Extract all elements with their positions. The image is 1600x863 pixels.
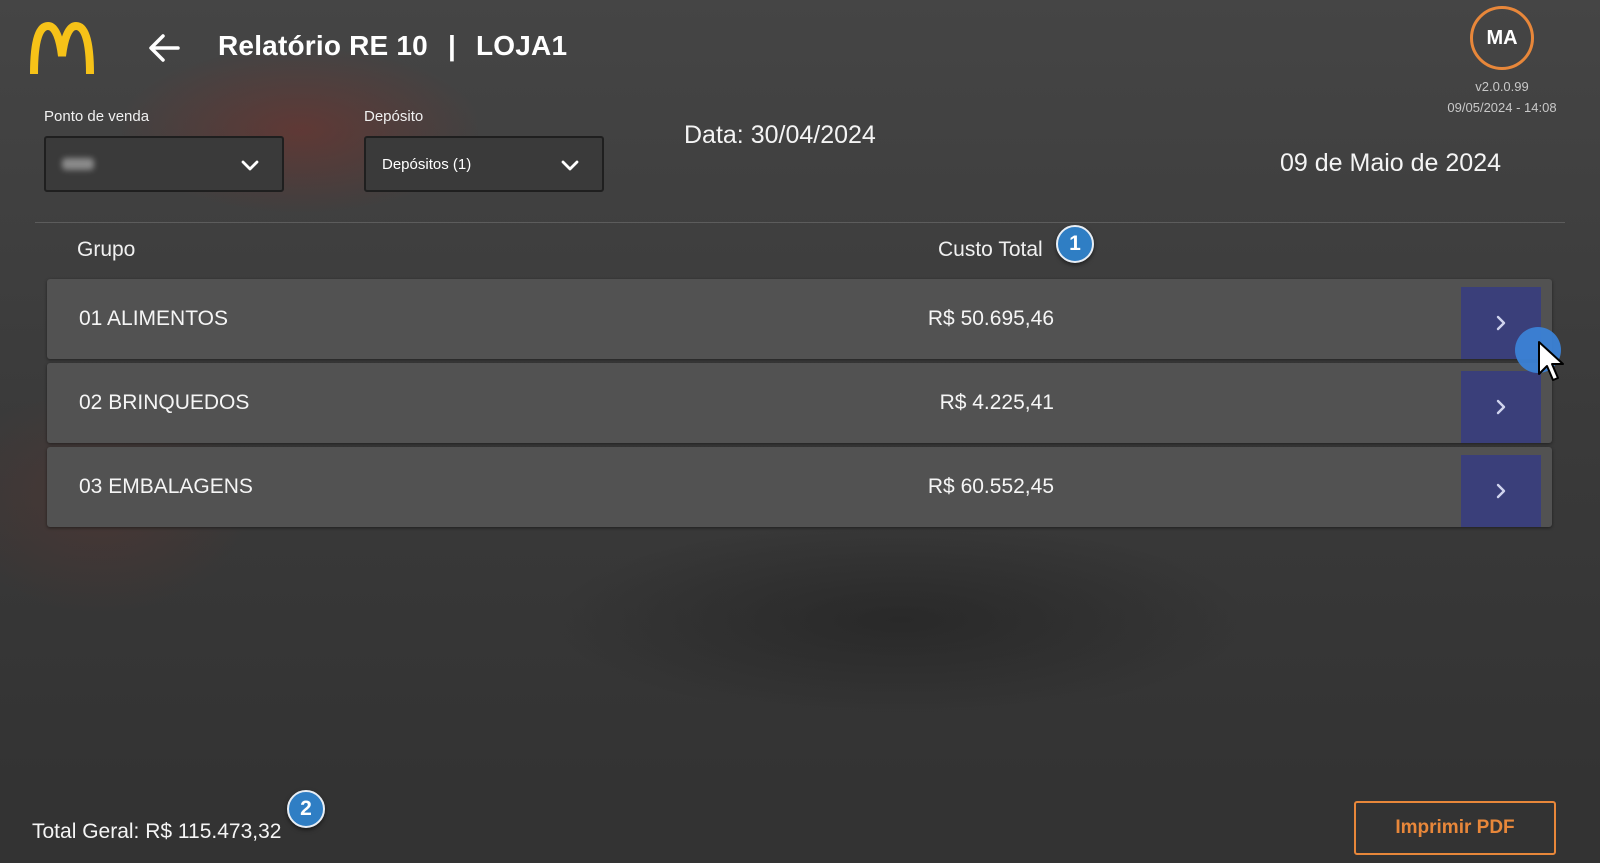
chevron-right-icon (1496, 315, 1506, 331)
chevron-down-icon (241, 160, 259, 171)
ponto-de-venda-label: Ponto de venda (44, 108, 150, 125)
deposito-value: Depósitos (1) (382, 155, 472, 173)
row-group-name: 02 BRINQUEDOS (79, 391, 250, 414)
ponto-de-venda-select[interactable] (44, 136, 284, 192)
deposito-select[interactable]: Depósitos (1) (364, 136, 604, 192)
title-separator: | (447, 30, 456, 61)
store-name: LOJA1 (476, 30, 568, 61)
table-row[interactable]: 03 EMBALAGENS R$ 60.552,45 (47, 447, 1552, 527)
row-open-button[interactable] (1461, 371, 1541, 443)
long-date: 09 de Maio de 2024 (1280, 149, 1502, 177)
chevron-right-icon (1496, 399, 1506, 415)
print-pdf-button[interactable]: Imprimir PDF (1354, 801, 1556, 855)
row-cost: R$ 50.695,46 (927, 307, 1054, 330)
total-geral: Total Geral: R$ 115.473,32 (32, 820, 282, 843)
app-version: v2.0.0.99 (1475, 79, 1529, 94)
row-group-name: 01 ALIMENTOS (79, 307, 229, 330)
report-date: Data: 30/04/2024 (684, 121, 876, 149)
report-title: Relatório RE 10 (218, 30, 428, 61)
current-datetime: 09/05/2024 - 14:08 (1447, 100, 1557, 115)
chevron-down-icon (561, 160, 579, 171)
table-row[interactable]: 02 BRINQUEDOS R$ 4.225,41 (47, 363, 1552, 443)
mcdonalds-logo (30, 22, 94, 75)
mouse-cursor-icon (1538, 341, 1564, 381)
row-cost: R$ 60.552,45 (927, 475, 1054, 498)
deposito-label: Depósito (364, 108, 424, 125)
chevron-right-icon (1496, 483, 1506, 499)
table-row[interactable]: 01 ALIMENTOS R$ 50.695,46 (47, 279, 1552, 359)
annotation-marker-2: 2 (287, 790, 325, 828)
column-header-cost: Custo Total (938, 238, 1043, 261)
divider (35, 222, 1565, 223)
row-open-button[interactable] (1461, 455, 1541, 527)
row-group-name: 03 EMBALAGENS (79, 475, 253, 498)
column-header-group: Grupo (77, 238, 136, 261)
back-arrow-icon[interactable] (146, 30, 182, 66)
blurred-value (62, 158, 94, 170)
annotation-marker-1: 1 (1056, 225, 1094, 263)
user-avatar[interactable]: MA (1470, 6, 1534, 70)
page-title: Relatório RE 10 | LOJA1 (218, 30, 567, 62)
row-cost: R$ 4.225,41 (939, 391, 1054, 414)
